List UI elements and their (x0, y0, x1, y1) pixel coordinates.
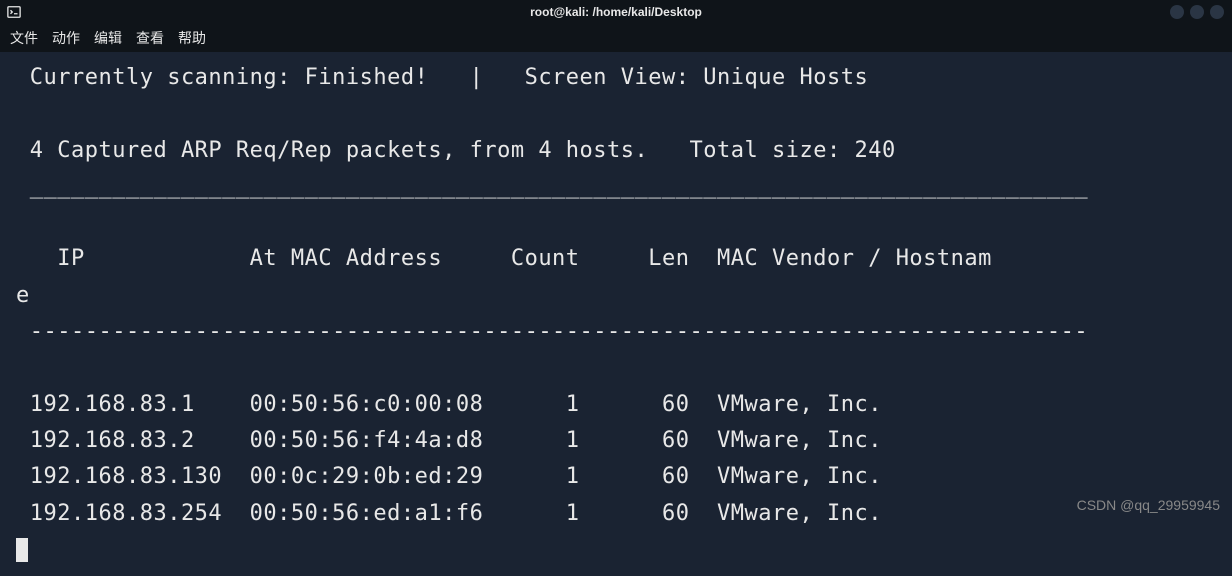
divider-top: ________________________________________… (16, 174, 1088, 199)
scan-status-line: Currently scanning: Finished! | Screen V… (16, 65, 868, 90)
table-row: 192.168.83.2 00:50:56:f4:4a:d8 1 60 VMwa… (16, 428, 882, 453)
menu-action[interactable]: 动作 (52, 28, 80, 48)
window-titlebar: root@kali: /home/kali/Desktop (0, 0, 1232, 24)
terminal-icon (6, 4, 22, 20)
divider-mid: ----------------------------------------… (16, 319, 1088, 344)
watermark: CSDN @qq_29959945 (1077, 497, 1220, 513)
maximize-button[interactable] (1190, 5, 1204, 19)
minimize-button[interactable] (1170, 5, 1184, 19)
scan-summary-line: 4 Captured ARP Req/Rep packets, from 4 h… (16, 138, 896, 163)
table-header-line2: e (16, 283, 30, 308)
table-row: 192.168.83.1 00:50:56:c0:00:08 1 60 VMwa… (16, 392, 882, 417)
table-header-line1: IP At MAC Address Count Len MAC Vendor /… (16, 246, 992, 271)
table-row: 192.168.83.254 00:50:56:ed:a1:f6 1 60 VM… (16, 501, 882, 526)
table-row: 192.168.83.130 00:0c:29:0b:ed:29 1 60 VM… (16, 464, 882, 489)
menu-help[interactable]: 帮助 (178, 28, 206, 48)
menu-view[interactable]: 查看 (136, 28, 164, 48)
menu-edit[interactable]: 编辑 (94, 28, 122, 48)
menubar: 文件 动作 编辑 查看 帮助 (0, 24, 1232, 52)
window-title: root@kali: /home/kali/Desktop (530, 5, 702, 19)
terminal-output[interactable]: Currently scanning: Finished! | Screen V… (0, 52, 1232, 576)
window-controls (1170, 5, 1224, 19)
menu-file[interactable]: 文件 (10, 28, 38, 48)
terminal-cursor (16, 538, 28, 562)
close-button[interactable] (1210, 5, 1224, 19)
